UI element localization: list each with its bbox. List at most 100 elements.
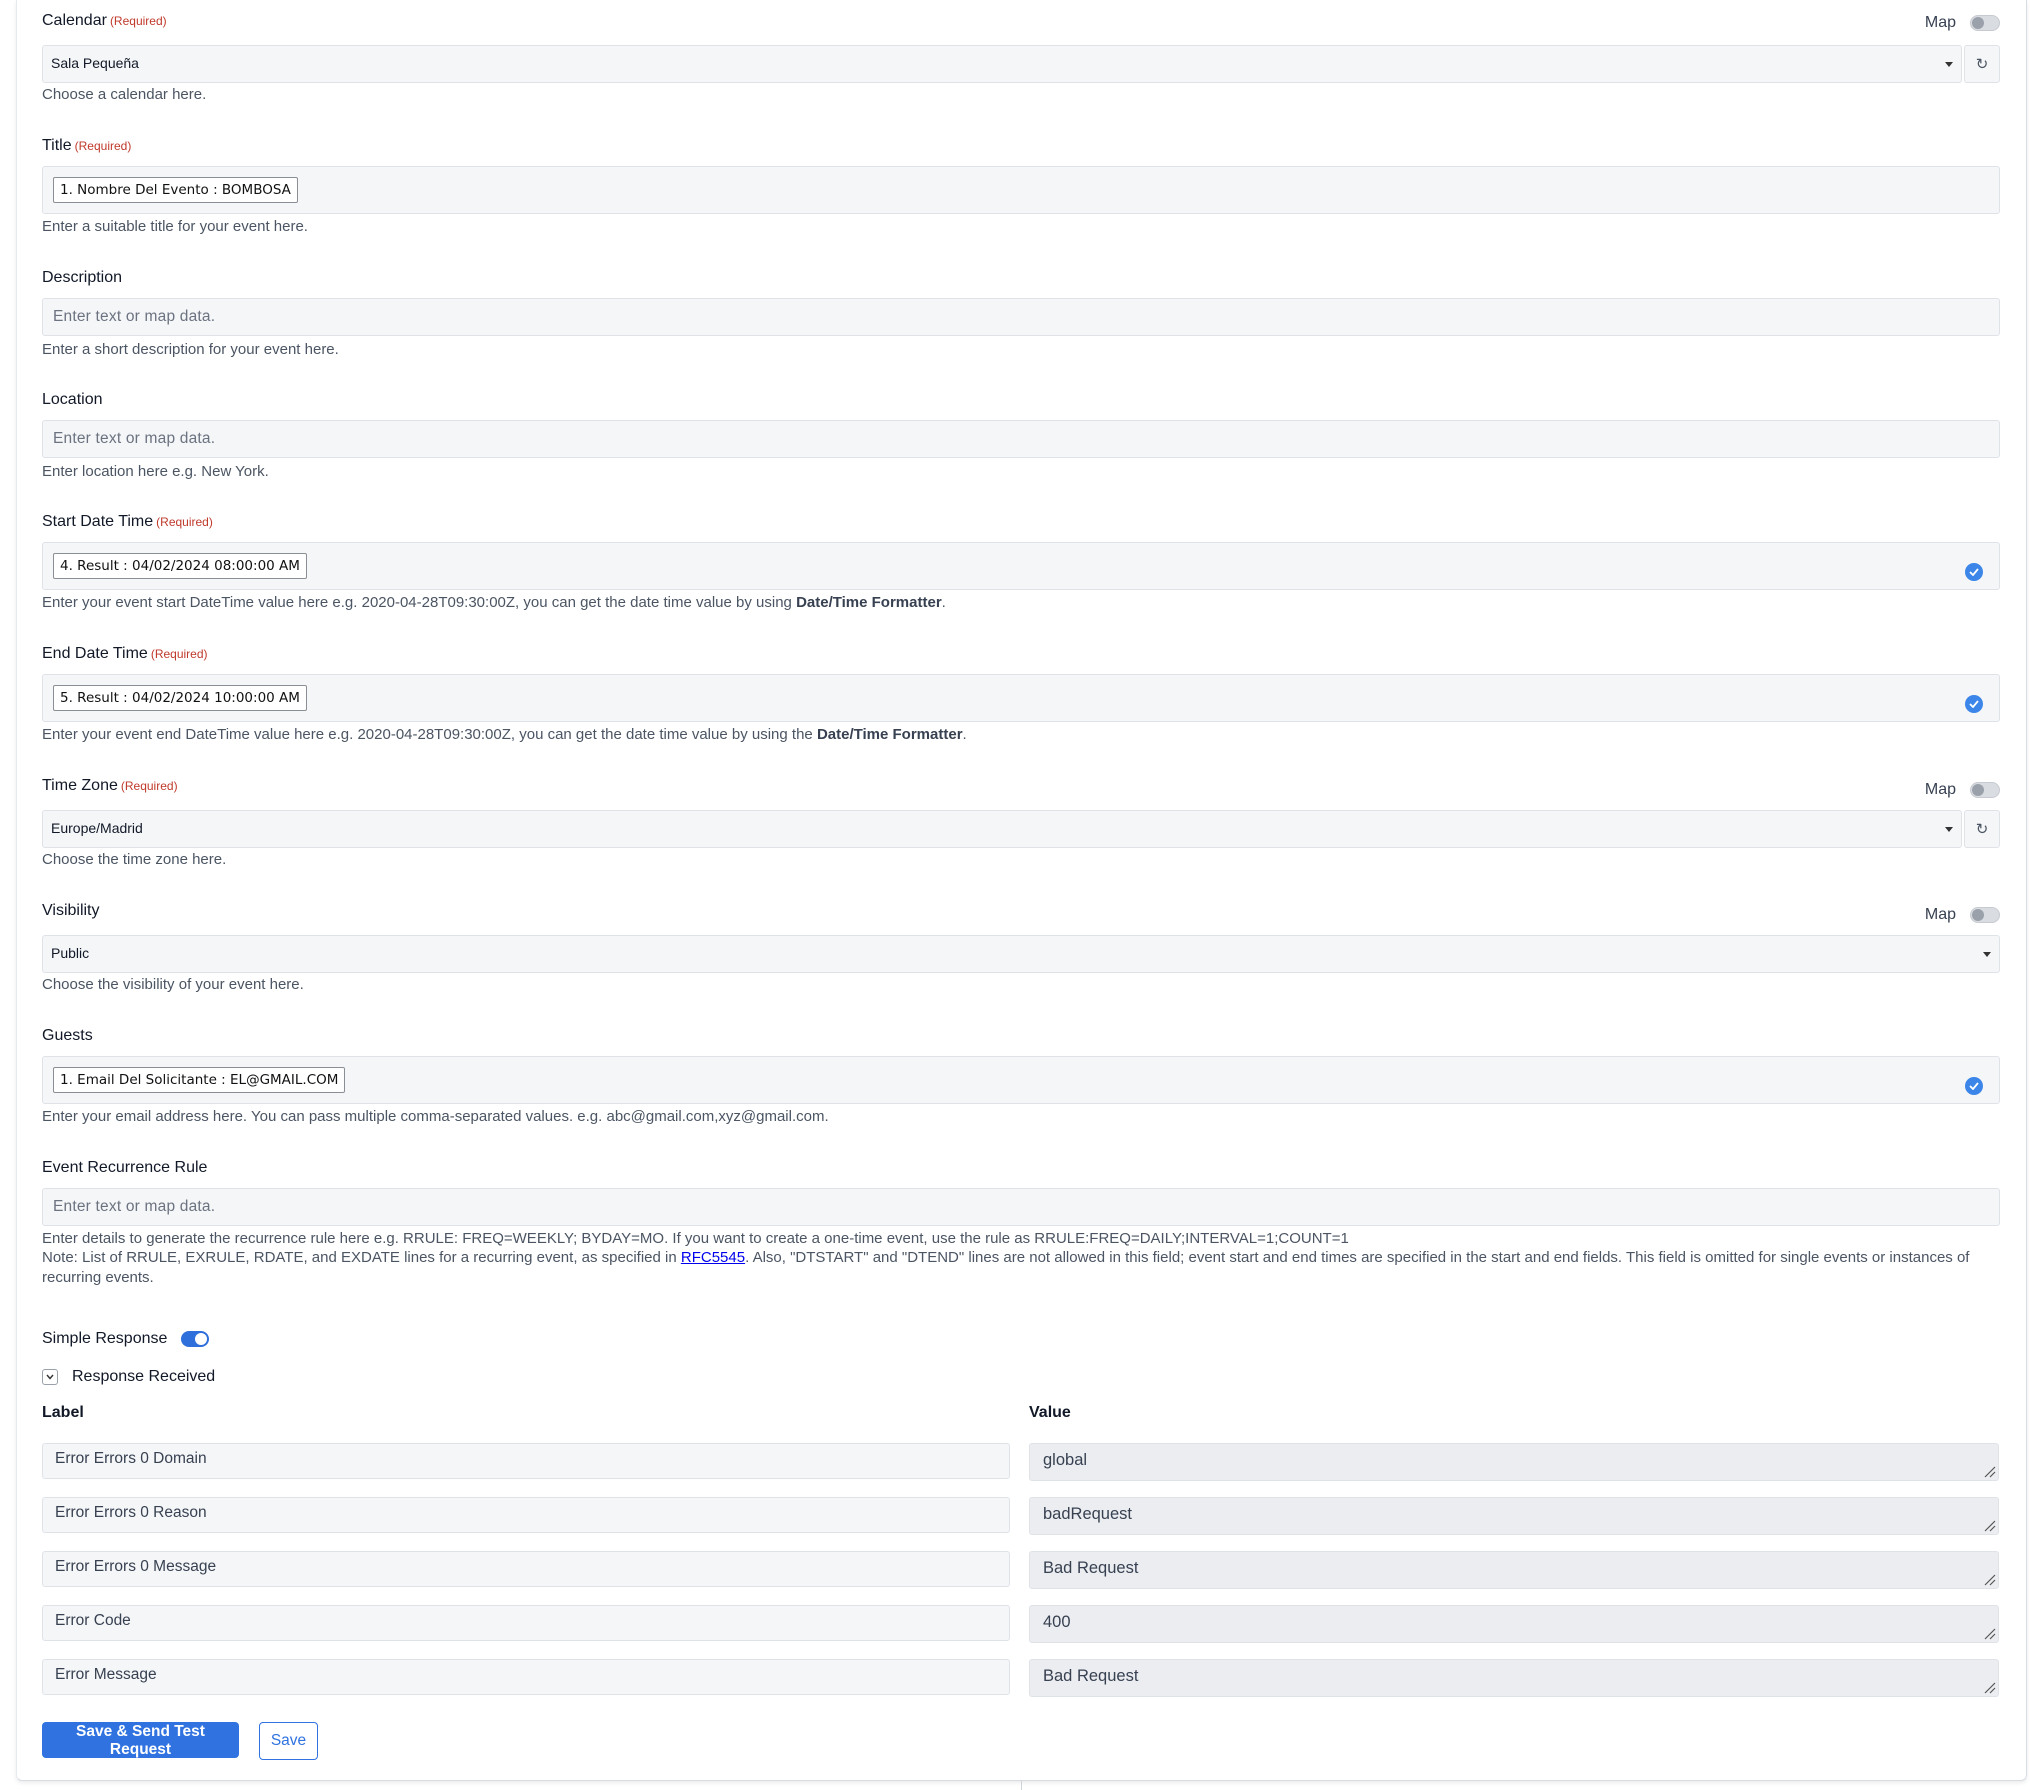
recurrence-placeholder: Enter text or map data. (53, 1198, 216, 1215)
response-label-cell: Error Errors 0 Domain (42, 1443, 1010, 1479)
response-value-text: 400 (1043, 1613, 1071, 1631)
response-value-cell[interactable]: Bad Request (1029, 1659, 1999, 1697)
guests-input[interactable]: 1. Email Del Solicitante : EL@GMAIL.COM (42, 1056, 2000, 1104)
check-circle-icon (1965, 563, 1983, 581)
response-value-cell[interactable]: 400 (1029, 1605, 1999, 1643)
response-value-cell[interactable]: Bad Request (1029, 1551, 1999, 1589)
visibility-select[interactable]: Public (42, 935, 2000, 973)
guests-token[interactable]: 1. Email Del Solicitante : EL@GMAIL.COM (53, 1067, 346, 1093)
response-label-cell: Error Errors 0 Message (42, 1551, 1010, 1587)
start-datetime-label: Start Date Time (Required) (42, 513, 213, 531)
recurrence-note: Note: List of RRULE, EXRULE, RDATE, and … (42, 1248, 2000, 1288)
location-label: Location (42, 391, 103, 408)
guests-help: Enter your email address here. You can p… (42, 1108, 829, 1125)
map-toggle-switch[interactable] (1970, 782, 2000, 798)
required-badge: (Required) (156, 515, 213, 529)
refresh-icon: ↻ (1975, 56, 1989, 73)
divider-line (1021, 1780, 1022, 1790)
response-value-text: badRequest (1043, 1505, 1132, 1523)
description-label: Description (42, 269, 123, 286)
end-datetime-input[interactable]: 5. Result : 04/02/2024 10:00:00 AM (42, 674, 2000, 722)
response-label-cell: Error Code (42, 1605, 1010, 1641)
title-input[interactable]: 1. Nombre Del Evento : BOMBOSA (42, 166, 2000, 214)
location-placeholder: Enter text or map data. (53, 430, 216, 447)
simple-response-label: Simple Response (42, 1330, 168, 1347)
resize-grip-icon[interactable] (1982, 1572, 1996, 1586)
title-label: Title (Required) (42, 137, 131, 155)
location-help: Enter location here e.g. New York. (42, 463, 269, 480)
start-datetime-input[interactable]: 4. Result : 04/02/2024 08:00:00 AM (42, 542, 2000, 590)
toggle-knob (1972, 17, 1984, 29)
map-label: Map (1924, 781, 1956, 798)
response-value-text: Bad Request (1043, 1667, 1139, 1685)
visibility-label: Visibility (42, 902, 100, 919)
description-placeholder: Enter text or map data. (53, 308, 216, 325)
end-help-suffix: . (962, 726, 967, 743)
toggle-knob (1972, 909, 1984, 921)
recurrence-input[interactable]: Enter text or map data. (42, 1188, 2000, 1226)
resize-grip-icon[interactable] (1982, 1626, 1996, 1640)
location-input[interactable]: Enter text or map data. (42, 420, 2000, 458)
visibility-select-value: Public (51, 945, 90, 961)
end-help-text: Enter your event end DateTime value here… (42, 726, 817, 743)
resize-grip-icon[interactable] (1982, 1518, 1996, 1532)
chevron-down-icon[interactable] (42, 1369, 58, 1385)
required-badge: (Required) (150, 647, 208, 661)
save-and-send-test-request-button[interactable]: Save & Send Test Request (42, 1722, 239, 1758)
resize-grip-icon[interactable] (1982, 1464, 1996, 1478)
end-datetime-help: Enter your event end DateTime value here… (42, 726, 967, 743)
map-label: Map (1924, 14, 1956, 31)
title-token[interactable]: 1. Nombre Del Evento : BOMBOSA (53, 177, 298, 203)
visibility-help: Choose the visibility of your event here… (42, 976, 304, 993)
map-toggle-switch[interactable] (1970, 907, 2000, 923)
description-help: Enter a short description for your event… (42, 341, 339, 358)
guests-label: Guests (42, 1027, 93, 1044)
response-label-cell: Error Message (42, 1659, 1010, 1695)
end-datetime-token[interactable]: 5. Result : 04/02/2024 10:00:00 AM (53, 685, 307, 711)
description-input[interactable]: Enter text or map data. (42, 298, 2000, 336)
end-datetime-label: End Date Time (Required) (42, 645, 208, 663)
required-badge: (Required) (120, 779, 178, 793)
timezone-select[interactable]: Europe/Madrid (42, 810, 1962, 848)
response-received-label: Response Received (72, 1368, 216, 1385)
timezone-help: Choose the time zone here. (42, 851, 227, 868)
start-help-bold: Date/Time Formatter (796, 594, 942, 611)
calendar-label-text: Calendar (42, 12, 107, 29)
recurrence-help: Enter details to generate the recurrence… (42, 1230, 1349, 1247)
caret-down-icon (1945, 62, 1953, 67)
response-value-cell[interactable]: badRequest (1029, 1497, 1999, 1535)
calendar-select[interactable]: Sala Pequeña (42, 45, 1962, 83)
recurrence-label: Event Recurrence Rule (42, 1159, 208, 1176)
calendar-refresh-button[interactable]: ↻ (1964, 45, 2000, 83)
simple-response-row: Simple Response (42, 1330, 210, 1348)
map-label: Map (1924, 906, 1956, 923)
calendar-help: Choose a calendar here. (42, 86, 207, 103)
toggle-knob (1972, 784, 1984, 796)
start-help-suffix: . (941, 594, 946, 611)
calendar-map-toggle[interactable]: Map (1925, 14, 2000, 32)
value-column-header: Value (1029, 1404, 1071, 1421)
save-button[interactable]: Save (259, 1722, 318, 1760)
page-root: Calendar (Required) Map Sala Pequeña ↻ Ch… (0, 0, 2030, 1790)
required-badge: (Required) (74, 139, 132, 153)
caret-down-icon (1983, 952, 1991, 957)
start-datetime-token[interactable]: 4. Result : 04/02/2024 08:00:00 AM (53, 553, 307, 579)
timezone-refresh-button[interactable]: ↻ (1964, 810, 2000, 848)
rfc5545-link[interactable]: RFC5545 (681, 1249, 745, 1266)
timezone-map-toggle[interactable]: Map (1925, 781, 2000, 799)
timezone-select-value: Europe/Madrid (51, 820, 143, 836)
calendar-select-value: Sala Pequeña (51, 55, 139, 71)
response-value-cell[interactable]: global (1029, 1443, 1999, 1481)
simple-response-toggle[interactable] (181, 1331, 210, 1347)
response-received-toggle[interactable]: Response Received (42, 1368, 215, 1386)
label-column-header: Label (42, 1404, 84, 1421)
recurrence-note-text: Note: List of RRULE, EXRULE, RDATE, and … (42, 1249, 681, 1266)
check-circle-icon (1965, 695, 1983, 713)
resize-grip-icon[interactable] (1982, 1680, 1996, 1694)
timezone-label-text: Time Zone (42, 777, 118, 794)
check-circle-icon (1965, 1077, 1983, 1095)
map-toggle-switch[interactable] (1970, 15, 2000, 31)
title-label-text: Title (42, 137, 72, 154)
visibility-map-toggle[interactable]: Map (1925, 906, 2000, 924)
start-datetime-label-text: Start Date Time (42, 513, 154, 530)
